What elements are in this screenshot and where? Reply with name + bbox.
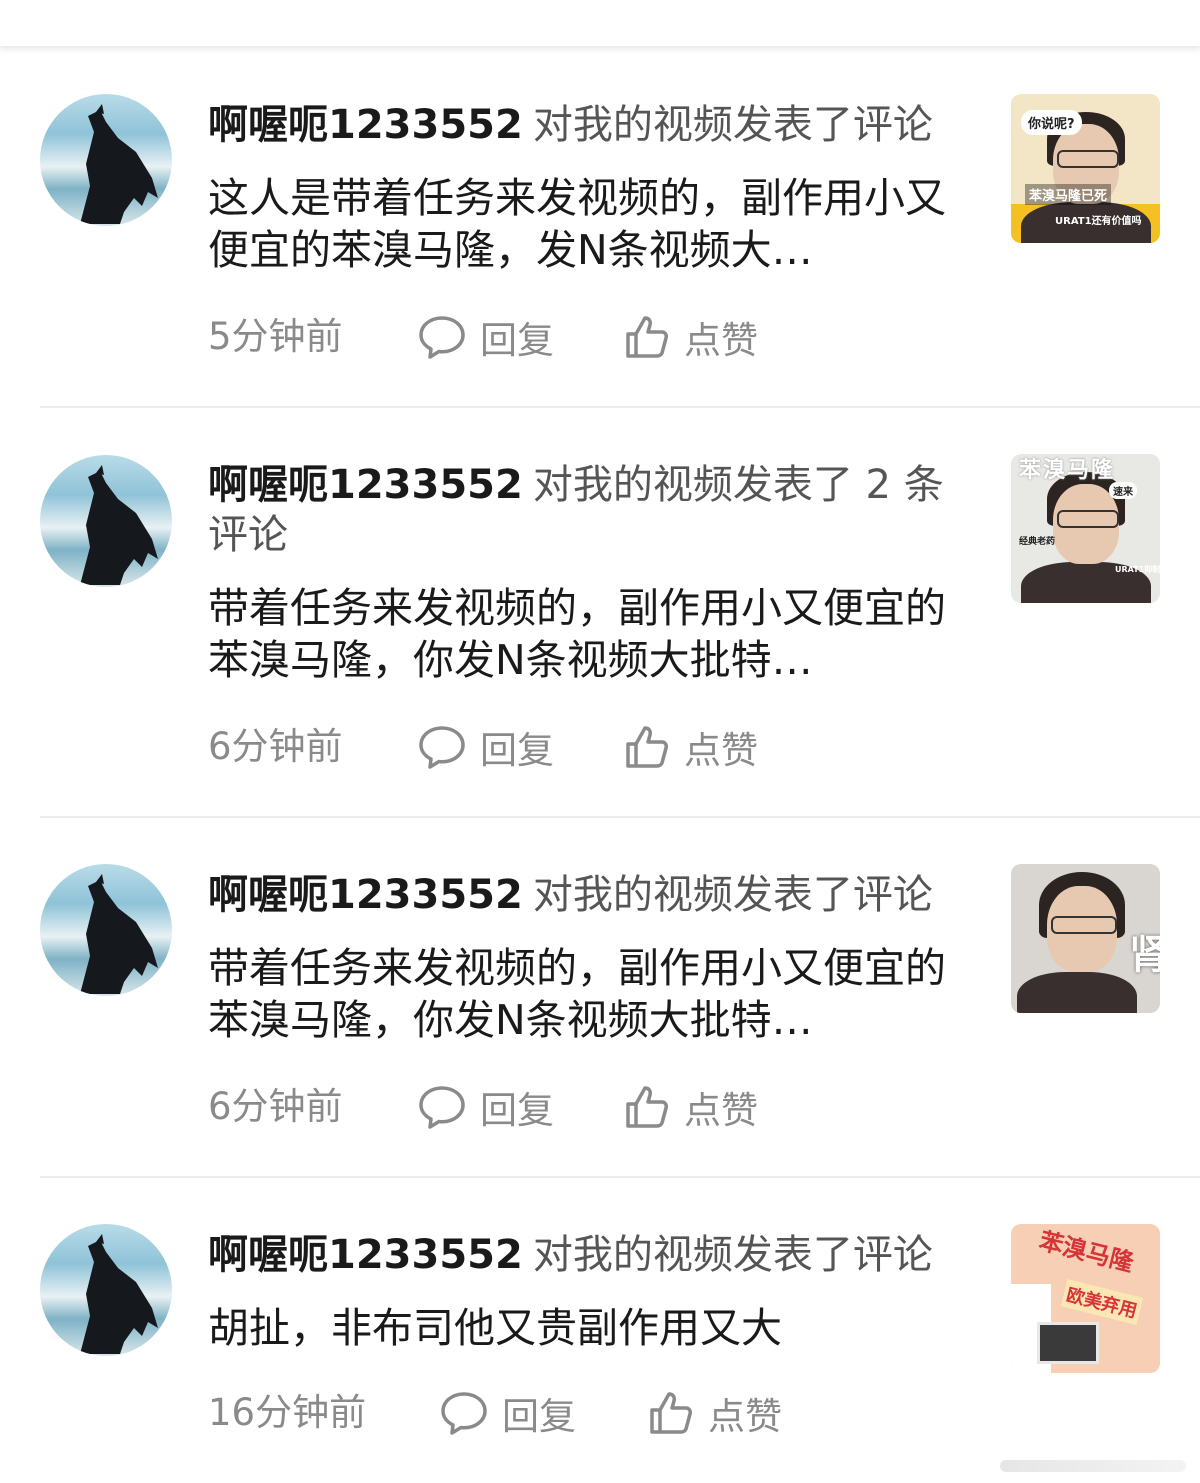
action-bar: 16分钟前 回复 点赞	[208, 1388, 928, 1438]
notification-header: 啊喔呃1233552 对我的视频发表了 2 条评论	[208, 460, 978, 560]
comment-text[interactable]: 胡扯，非布司他又贵副作用又大	[208, 1302, 978, 1354]
comment-bubble-icon	[419, 1086, 465, 1129]
thumbnail-caption: 欧美弃用	[1060, 1278, 1144, 1326]
thumbnail-caption: URAT1抑制剂	[1115, 565, 1160, 574]
reply-label: 回复	[480, 1089, 554, 1132]
reply-label: 回复	[502, 1395, 576, 1438]
horse-icon	[80, 874, 158, 994]
comment-text[interactable]: 带着任务来发视频的，副作用小又便宜的苯溴马隆，你发N条视频大批特…	[208, 942, 978, 1046]
timestamp: 6分钟前	[208, 725, 343, 768]
timestamp: 6分钟前	[208, 1085, 343, 1128]
action-text: 对我的视频发表了评论	[532, 872, 933, 918]
horse-icon	[80, 1234, 158, 1354]
avatar[interactable]	[40, 455, 172, 587]
like-button[interactable]: 点赞	[648, 1388, 782, 1438]
divider	[40, 406, 1200, 408]
thumbs-up-icon	[650, 1392, 692, 1434]
timestamp: 5分钟前	[208, 315, 343, 358]
comment-text[interactable]: 带着任务来发视频的，副作用小又便宜的苯溴马隆，你发N条视频大批特…	[208, 582, 978, 686]
divider	[40, 816, 1200, 818]
reply-button[interactable]: 回复	[440, 1388, 576, 1438]
action-text: 对我的视频发表了评论	[532, 1232, 933, 1278]
thumbnail-caption: 你说呢?	[1021, 110, 1082, 135]
action-text: 对我的视频发表了评论	[532, 102, 933, 148]
thumbnail-caption: URAT1还有价值吗	[1055, 216, 1142, 227]
horse-icon	[80, 104, 158, 224]
avatar[interactable]	[40, 864, 172, 996]
like-button[interactable]: 点赞	[624, 1082, 758, 1132]
thumbnail-caption: 苯溴马隆已死	[1025, 184, 1112, 205]
top-bar	[0, 0, 1200, 47]
thumbnail-caption: 苯溴马隆	[1019, 458, 1116, 483]
like-button[interactable]: 点赞	[624, 312, 758, 362]
username[interactable]: 啊喔呃1233552	[208, 102, 523, 148]
like-label: 点赞	[684, 319, 758, 362]
reply-button[interactable]: 回复	[418, 312, 554, 362]
notification-header: 啊喔呃1233552 对我的视频发表了评论	[208, 870, 978, 920]
thumbnail-caption: 苯溴马隆	[1036, 1226, 1137, 1278]
action-bar: 5分钟前 回复 点赞	[208, 312, 928, 362]
thumbs-up-icon	[626, 1086, 668, 1128]
thumbs-up-icon	[626, 726, 668, 768]
username[interactable]: 啊喔呃1233552	[208, 462, 523, 508]
comment-bubble-icon	[441, 1392, 487, 1435]
username[interactable]: 啊喔呃1233552	[208, 1232, 523, 1278]
reply-label: 回复	[480, 729, 554, 772]
like-button[interactable]: 点赞	[624, 722, 758, 772]
video-thumbnail[interactable]: 你说呢? 苯溴马隆已死 URAT1还有价值吗	[1011, 94, 1160, 243]
timestamp: 16分钟前	[208, 1391, 367, 1434]
horse-icon	[80, 465, 158, 585]
comment-bubble-icon	[419, 316, 465, 359]
reply-label: 回复	[480, 319, 554, 362]
avatar[interactable]	[40, 94, 172, 226]
comment-text[interactable]: 这人是带着任务来发视频的，副作用小又便宜的苯溴马隆，发N条视频大…	[208, 172, 978, 276]
notification-header: 啊喔呃1233552 对我的视频发表了评论	[208, 1230, 978, 1280]
thumbnail-caption: 肾	[1129, 932, 1160, 978]
like-label: 点赞	[684, 1089, 758, 1132]
thumbs-up-icon	[626, 316, 668, 358]
like-label: 点赞	[708, 1395, 782, 1438]
reply-button[interactable]: 回复	[418, 722, 554, 772]
video-thumbnail[interactable]: 苯溴马隆 速来 经典老药 URAT1抑制剂	[1011, 454, 1160, 603]
like-label: 点赞	[684, 729, 758, 772]
comment-bubble-icon	[419, 726, 465, 769]
avatar[interactable]	[40, 1224, 172, 1356]
action-bar: 6分钟前 回复 点赞	[208, 1082, 928, 1132]
scroll-indicator	[1000, 1460, 1186, 1472]
video-thumbnail[interactable]: 苯溴马隆 欧美弃用	[1011, 1224, 1160, 1373]
action-bar: 6分钟前 回复 点赞	[208, 722, 928, 772]
thumbnail-caption: 速来	[1109, 482, 1137, 499]
reply-button[interactable]: 回复	[418, 1082, 554, 1132]
video-thumbnail[interactable]: 肾	[1011, 864, 1160, 1013]
username[interactable]: 啊喔呃1233552	[208, 872, 523, 918]
thumbnail-caption: 经典老药	[1019, 537, 1056, 547]
divider	[40, 1176, 1200, 1178]
notification-header: 啊喔呃1233552 对我的视频发表了评论	[208, 100, 978, 150]
